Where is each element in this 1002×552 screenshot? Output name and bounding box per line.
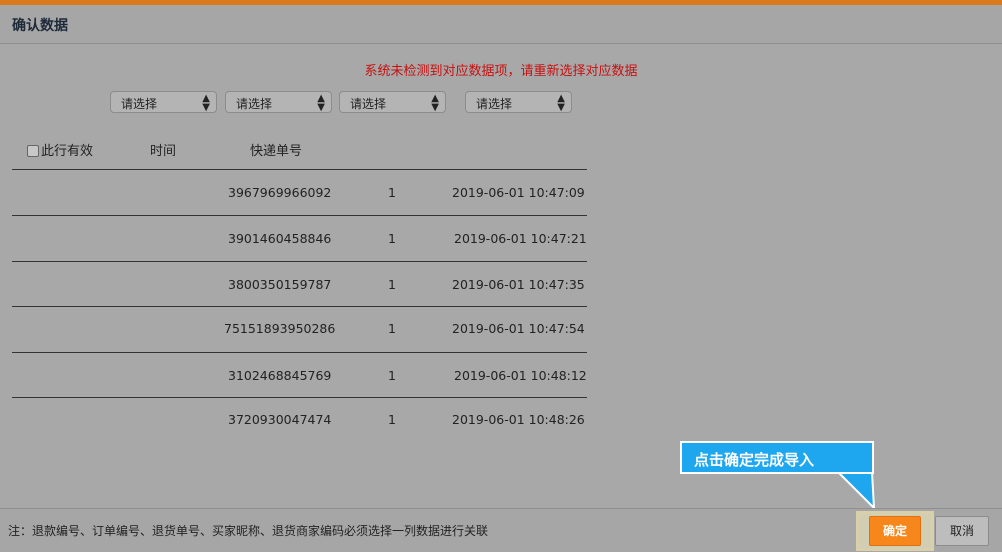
quantity-cell: 1 xyxy=(388,231,396,246)
quantity-cell: 1 xyxy=(388,412,396,427)
time-cell: 2019-06-01 10:47:21 xyxy=(454,231,587,246)
tracking-number-cell: 3800350159787 xyxy=(228,277,332,292)
row-divider xyxy=(12,306,587,307)
tracking-number-cell: 75151893950286 xyxy=(224,321,336,336)
quantity-cell: 1 xyxy=(388,321,396,336)
time-cell: 2019-06-01 10:47:35 xyxy=(452,277,585,292)
select-arrows-icon: ▲ ▼ xyxy=(202,93,210,113)
row-divider xyxy=(12,352,587,353)
confirm-button[interactable]: 确定 xyxy=(869,516,921,546)
time-cell: 2019-06-01 10:48:26 xyxy=(452,412,585,427)
row-divider xyxy=(12,215,587,216)
time-cell: 2019-06-01 10:48:12 xyxy=(454,368,587,383)
time-cell: 2019-06-01 10:47:54 xyxy=(452,321,585,336)
tracking-number-cell: 3102468845769 xyxy=(228,368,332,383)
row-divider xyxy=(12,261,587,262)
quantity-cell: 1 xyxy=(388,277,396,292)
time-cell: 2019-06-01 10:47:09 xyxy=(452,185,585,200)
select-arrows-icon: ▲ ▼ xyxy=(557,93,565,113)
column-select-3[interactable]: 请选择 ▲ ▼ xyxy=(339,91,446,113)
tracking-number-cell: 3967969966092 xyxy=(228,185,332,200)
footer-note: 注：退款编号、订单编号、退货单号、买家昵称、退货商家编码必须选择一列数据进行关联 xyxy=(8,524,489,538)
column-select-4[interactable]: 请选择 ▲ ▼ xyxy=(465,91,572,113)
dialog-title: 确认数据 xyxy=(12,18,68,34)
select-arrows-icon: ▲ ▼ xyxy=(317,93,325,113)
header-tracking-number: 快递单号 xyxy=(250,144,303,159)
cancel-button[interactable]: 取消 xyxy=(935,516,989,546)
row-divider xyxy=(12,169,587,170)
quantity-cell: 1 xyxy=(388,368,396,383)
quantity-cell: 1 xyxy=(388,185,396,200)
select-arrows-icon: ▲ ▼ xyxy=(431,93,439,113)
header-valid-row[interactable]: 此行有效 xyxy=(27,140,93,159)
column-select-1[interactable]: 请选择 ▲ ▼ xyxy=(110,91,217,113)
column-select-2[interactable]: 请选择 ▲ ▼ xyxy=(225,91,332,113)
valid-row-checkbox[interactable] xyxy=(27,144,39,157)
warning-message: 系统未检测到对应数据项，请重新选择对应数据 xyxy=(364,64,638,79)
dialog-footer: 注：退款编号、订单编号、退货单号、买家昵称、退货商家编码必须选择一列数据进行关联… xyxy=(0,508,1002,552)
header-time: 时间 xyxy=(150,144,177,159)
guide-callout: 点击确定完成导入 xyxy=(680,441,874,474)
row-divider xyxy=(12,397,587,398)
tracking-number-cell: 3901460458846 xyxy=(228,231,332,246)
dialog-header: 确认数据 xyxy=(0,5,1002,44)
tracking-number-cell: 3720930047474 xyxy=(228,412,332,427)
